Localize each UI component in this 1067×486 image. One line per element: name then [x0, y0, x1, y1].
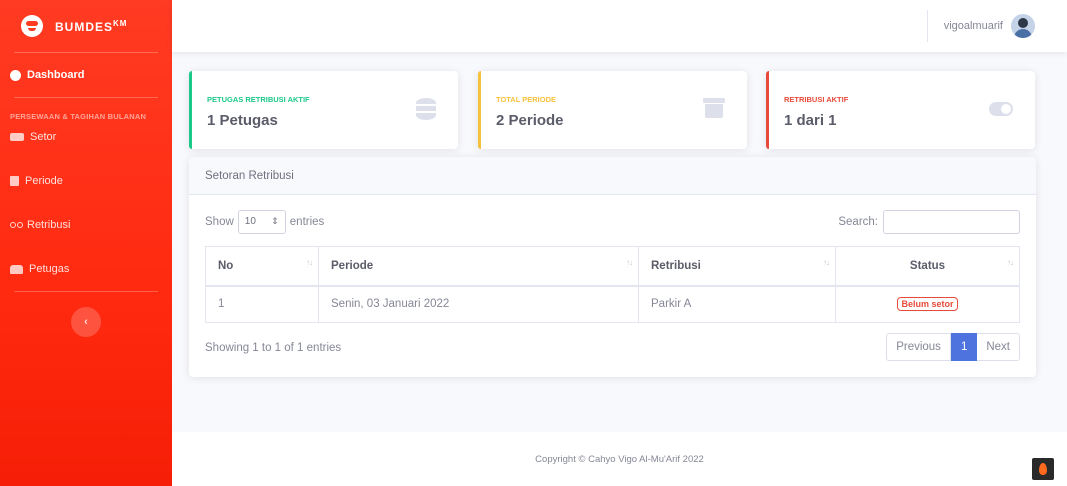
- column-header-status[interactable]: Status ↑↓: [835, 246, 1020, 287]
- cell-periode: Senin, 03 Januari 2022: [318, 285, 639, 323]
- users-icon: [10, 264, 23, 274]
- next-button[interactable]: Next: [977, 333, 1020, 361]
- search-box: Search:: [838, 210, 1020, 234]
- stat-label: Petugas Retribusi Aktif: [207, 95, 310, 104]
- sidebar-toggle-button[interactable]: ‹: [71, 307, 101, 337]
- stat-value: 1 dari 1: [784, 112, 837, 129]
- bicycle-icon: [10, 222, 16, 228]
- setoran-retribusi-card: Setoran Retribusi Show 10 ⇕ entries Sear…: [189, 157, 1036, 377]
- table-controls: Show 10 ⇕ entries Search:: [205, 210, 1020, 234]
- sort-icon: ↑↓: [306, 258, 313, 267]
- status-badge: Belum setor: [897, 297, 958, 312]
- card-title: Setoran Retribusi: [189, 157, 1036, 195]
- sidebar-item-label: Petugas: [29, 263, 70, 275]
- fire-icon[interactable]: [1032, 458, 1054, 480]
- cell-retribusi: Parkir A: [638, 285, 836, 323]
- search-label: Search:: [838, 216, 878, 228]
- calendar-icon: [10, 176, 19, 186]
- cell-status: Belum setor: [835, 285, 1020, 323]
- bicycle-wheel-icon: [17, 222, 23, 228]
- user-name[interactable]: vigoalmuarif: [944, 20, 1003, 32]
- topbar-divider: [926, 10, 928, 42]
- sidebar-item-periode[interactable]: Periode: [0, 159, 172, 203]
- stat-label: Retribusi Aktif: [784, 95, 849, 104]
- card-accent-bar: [478, 71, 481, 149]
- card-accent-bar: [189, 71, 192, 149]
- stat-value: 1 Petugas: [207, 112, 278, 129]
- page-button-1[interactable]: 1: [950, 333, 978, 361]
- stat-card-retribusi: Retribusi Aktif 1 dari 1: [766, 71, 1035, 149]
- brand[interactable]: BUMDESKM: [0, 0, 172, 52]
- sort-icon: ↑↓: [626, 258, 633, 267]
- database-icon: [416, 98, 436, 120]
- sort-icon: ↑↓: [1007, 258, 1014, 267]
- entries-value: 10: [244, 216, 256, 227]
- sidebar: BUMDESKM Dashboard PERSEWAAN & TAGIHAN B…: [0, 0, 172, 486]
- toggle-icon: [989, 98, 1013, 116]
- sidebar-item-setor[interactable]: Setor: [0, 115, 172, 159]
- sort-arrows-icon: ⇕: [271, 216, 279, 226]
- sidebar-item-label: Setor: [30, 131, 57, 143]
- cell-no: 1: [205, 285, 319, 323]
- copyright-text: Copyright © Cahyo Vigo Al-Mu'Arif 2022: [535, 453, 704, 465]
- sidebar-item-retribusi[interactable]: Retribusi: [0, 203, 172, 247]
- money-icon: [10, 133, 24, 141]
- brand-name: BUMDESKM: [55, 18, 128, 34]
- chevron-left-icon: ‹: [84, 316, 88, 328]
- sidebar-divider: [14, 291, 158, 292]
- sidebar-item-label: Periode: [25, 175, 63, 187]
- table-header-row: No ↑↓ Periode ↑↓ Retribusi ↑↓ Status ↑↓: [205, 246, 1020, 287]
- stat-label: Total Periode: [496, 95, 557, 104]
- sidebar-item-label: Retribusi: [27, 219, 71, 231]
- column-header-periode[interactable]: Periode ↑↓: [318, 246, 639, 287]
- entries-label: entries: [289, 216, 325, 228]
- show-label: Show: [205, 216, 234, 228]
- stat-value: 2 Periode: [496, 112, 564, 129]
- stat-card-petugas: Petugas Retribusi Aktif 1 Petugas: [189, 71, 458, 149]
- topbar: vigoalmuarif: [172, 0, 1067, 52]
- show-entries: Show 10 ⇕ entries: [205, 210, 324, 234]
- table-row: 1 Senin, 03 Januari 2022 Parkir A Belum …: [205, 285, 1020, 323]
- table-info: Showing 1 to 1 of 1 entries: [205, 342, 342, 354]
- pagination: Previous 1 Next: [886, 333, 1020, 361]
- sidebar-item-dashboard[interactable]: Dashboard: [0, 53, 172, 97]
- archive-icon: [703, 98, 725, 118]
- footer: Copyright © Cahyo Vigo Al-Mu'Arif 2022: [172, 432, 1067, 486]
- column-header-no[interactable]: No ↑↓: [205, 246, 319, 287]
- entries-select[interactable]: 10 ⇕: [237, 210, 286, 234]
- stat-card-periode: Total Periode 2 Periode: [478, 71, 747, 149]
- tachometer-icon: [10, 69, 21, 81]
- card-accent-bar: [766, 71, 769, 149]
- laugh-wink-icon: [21, 15, 43, 37]
- sidebar-item-petugas[interactable]: Petugas: [0, 247, 172, 291]
- avatar[interactable]: [1011, 14, 1035, 38]
- search-input[interactable]: [883, 210, 1020, 234]
- column-header-retribusi[interactable]: Retribusi ↑↓: [638, 246, 836, 287]
- sort-icon: ↑↓: [823, 258, 830, 267]
- data-table: No ↑↓ Periode ↑↓ Retribusi ↑↓ Status ↑↓ 1 Se…: [205, 246, 1020, 323]
- sidebar-item-label: Dashboard: [27, 69, 85, 81]
- previous-button[interactable]: Previous: [886, 333, 951, 361]
